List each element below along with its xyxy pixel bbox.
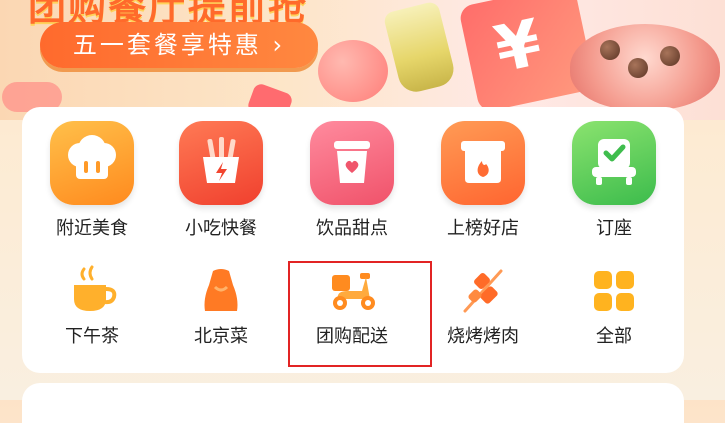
category-label: 小吃快餐 xyxy=(185,218,257,239)
category-label: 烧烤烤肉 xyxy=(447,326,519,347)
coffee-cup-icon xyxy=(66,265,118,317)
fries-icon xyxy=(179,121,263,205)
meatball-illustration xyxy=(600,40,620,60)
chef-hat-icon xyxy=(50,121,134,205)
meatball-illustration xyxy=(660,46,680,66)
category-label: 饮品甜点 xyxy=(316,218,388,239)
category-afternoon-tea[interactable]: 下午茶 xyxy=(32,265,152,349)
next-section-card xyxy=(22,383,684,423)
highlight-box xyxy=(288,261,432,367)
category-label: 全部 xyxy=(596,326,632,347)
category-all[interactable]: 全部 xyxy=(554,265,674,349)
category-label: 附近美食 xyxy=(56,218,128,239)
category-top-shops[interactable]: 上榜好店 xyxy=(423,121,543,241)
skewer-icon xyxy=(457,265,509,317)
grid-icon xyxy=(588,265,640,317)
category-label: 订座 xyxy=(596,218,632,239)
category-label: 北京菜 xyxy=(194,326,248,347)
flame-badge-icon xyxy=(441,121,525,205)
category-beijing-cuisine[interactable]: 北京菜 xyxy=(161,265,281,349)
armchair-check-icon xyxy=(572,121,656,205)
category-label: 上榜好店 xyxy=(447,218,519,239)
peach-illustration xyxy=(318,40,388,102)
drink-illustration xyxy=(382,0,458,96)
category-reservation[interactable]: 订座 xyxy=(554,121,674,241)
promo-button[interactable]: 五一套餐享特惠 › xyxy=(40,22,318,68)
category-drinks[interactable]: 饮品甜点 xyxy=(292,121,412,241)
category-nearby-food[interactable]: 附近美食 xyxy=(32,121,152,241)
category-snacks[interactable]: 小吃快餐 xyxy=(161,121,281,241)
drink-cup-icon xyxy=(310,121,394,205)
category-bbq[interactable]: 烧烤烤肉 xyxy=(423,265,543,349)
category-label: 下午茶 xyxy=(65,326,119,347)
promo-banner[interactable]: 团购餐厅提前抢 ¥ 五一套餐享特惠 › xyxy=(0,0,725,120)
meatball-illustration xyxy=(628,58,648,78)
roast-duck-icon xyxy=(195,265,247,317)
